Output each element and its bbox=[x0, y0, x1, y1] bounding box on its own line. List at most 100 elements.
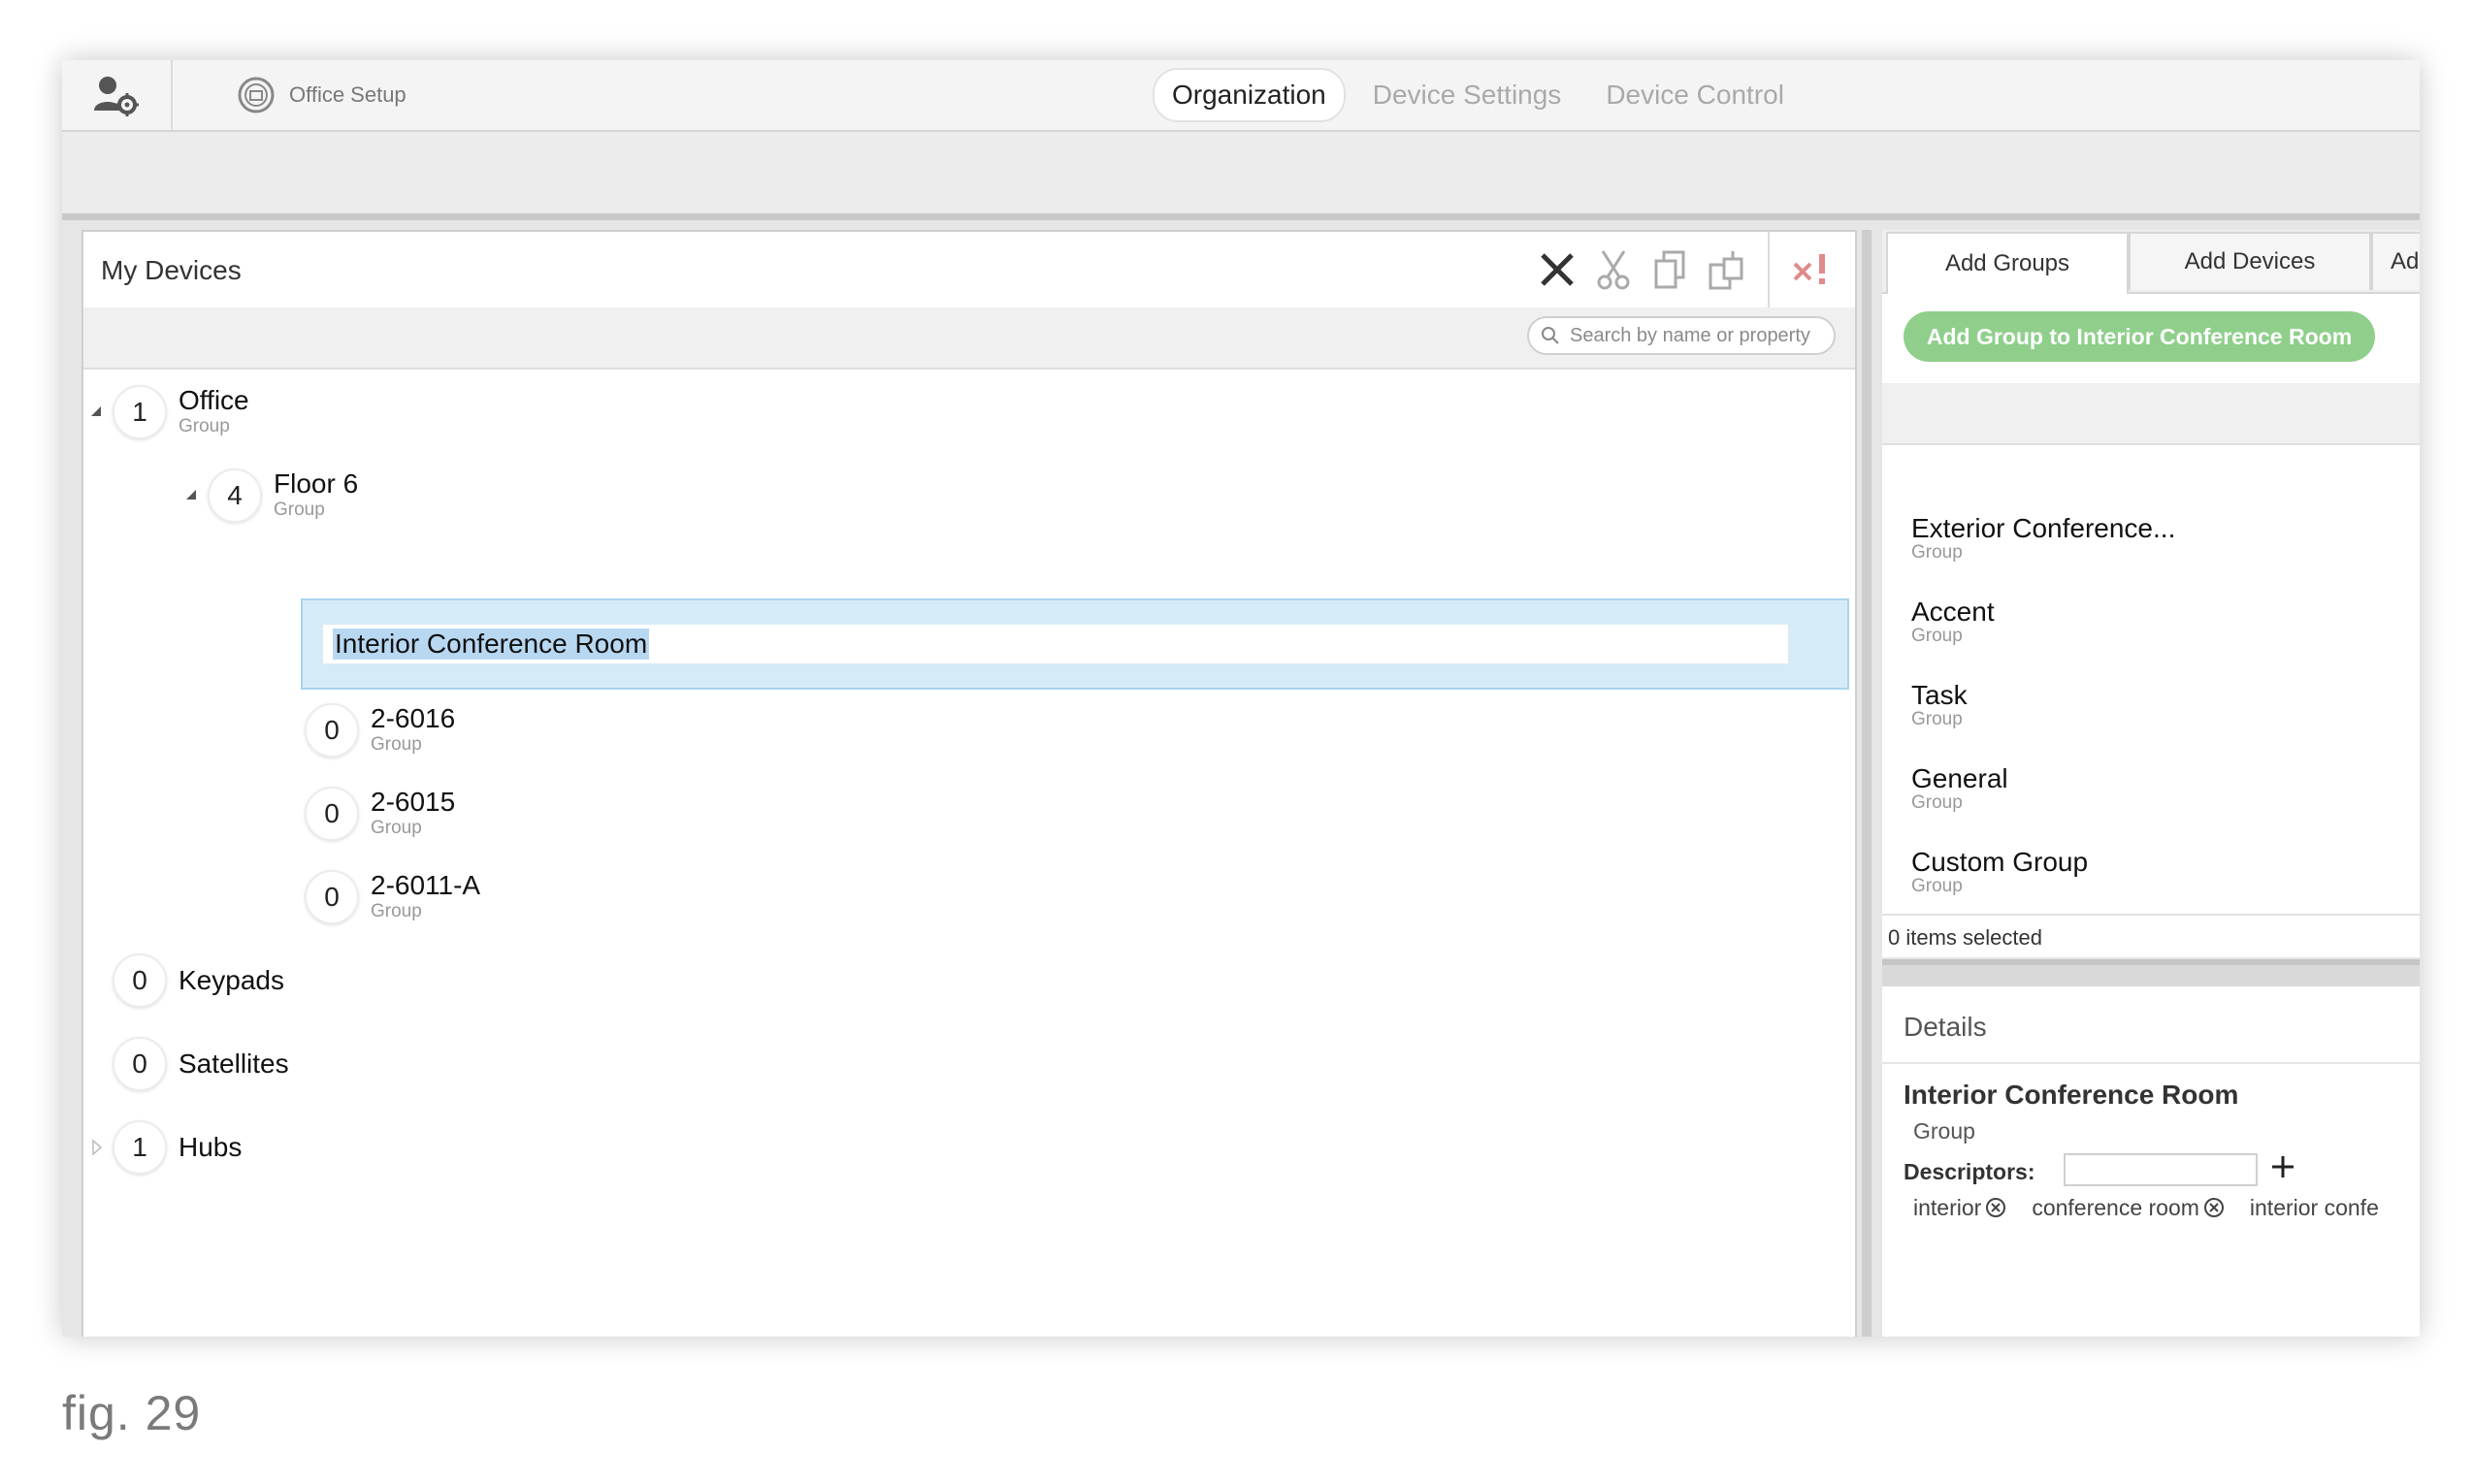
plus-icon bbox=[2272, 1156, 2294, 1178]
item-type: Group bbox=[1911, 542, 1963, 563]
details-name: Interior Conference Room bbox=[1904, 1080, 2239, 1110]
remove-circle-icon[interactable] bbox=[1985, 1197, 2006, 1218]
search-icon bbox=[1542, 327, 1559, 344]
node-type: Group bbox=[274, 500, 325, 520]
list-item[interactable]: Accent Group bbox=[1911, 597, 1995, 647]
item-name: Accent bbox=[1911, 597, 1995, 627]
list-item[interactable]: General Group bbox=[1911, 763, 2008, 814]
child-count-badge: 1 bbox=[113, 385, 167, 439]
tab-add-groups[interactable]: Add Groups bbox=[1886, 232, 2129, 294]
add-list-header bbox=[1882, 383, 2420, 445]
paste-button[interactable] bbox=[1698, 232, 1754, 307]
office-icon bbox=[238, 77, 275, 113]
details-title: Details bbox=[1904, 1012, 1987, 1042]
descriptor-tag: conference room bbox=[2032, 1190, 2225, 1225]
tab-device-settings[interactable]: Device Settings bbox=[1355, 70, 1579, 120]
my-devices-panel: My Devices Search by name or property 1 … bbox=[81, 230, 1857, 1337]
descriptors-label: Descriptors: bbox=[1904, 1159, 2035, 1184]
node-name: Office bbox=[179, 385, 249, 415]
add-panel: Add Groups Add Devices Ad Add Group to I… bbox=[1882, 230, 2420, 957]
rename-input[interactable]: Interior Conference Room bbox=[322, 624, 1789, 664]
search-box[interactable] bbox=[1527, 316, 1836, 355]
scissors-icon bbox=[1597, 250, 1630, 290]
tag-label: interior confe bbox=[2249, 1194, 2379, 1220]
collapsed-triangle-icon[interactable] bbox=[91, 1139, 103, 1156]
descriptor-tag: interior bbox=[1913, 1190, 2006, 1225]
child-count-badge: 1 bbox=[113, 1120, 167, 1175]
tag-label: interior bbox=[1913, 1194, 1982, 1220]
toolbar-divider bbox=[1768, 232, 1770, 307]
breadcrumb-label: Office Setup bbox=[289, 82, 407, 107]
cut-button[interactable] bbox=[1585, 232, 1642, 307]
item-type: Group bbox=[1911, 626, 1963, 646]
tree-node-2-6015[interactable]: 0 2-6015 Group bbox=[301, 787, 689, 845]
add-group-button[interactable]: Add Group to Interior Conference Room bbox=[1904, 311, 2375, 362]
list-item[interactable]: Exterior Conference... Group bbox=[1911, 513, 2175, 564]
item-type: Group bbox=[1911, 792, 1963, 813]
tree-node-selected[interactable]: Interior Conference Room bbox=[301, 598, 1849, 690]
paste-icon bbox=[1709, 251, 1743, 290]
panel-splitter[interactable] bbox=[1862, 230, 1872, 1337]
tree-node-hubs[interactable]: 1 Hubs bbox=[83, 1120, 472, 1178]
expanded-triangle-icon bbox=[186, 490, 196, 500]
search-input[interactable] bbox=[1568, 323, 1824, 348]
remove-circle-icon[interactable] bbox=[2203, 1197, 2225, 1218]
descriptor-tags: interior conference room interior confe bbox=[1913, 1190, 2379, 1225]
tree-toolbar bbox=[1529, 232, 1855, 307]
details-splitter[interactable] bbox=[1882, 959, 2420, 986]
delete-all-button[interactable] bbox=[1783, 232, 1839, 307]
node-name: 2-6016 bbox=[371, 703, 456, 733]
node-type: Group bbox=[179, 416, 230, 436]
node-type: Group bbox=[371, 818, 422, 838]
tree-node-satellites[interactable]: 0 Satellites bbox=[83, 1037, 472, 1095]
node-name: Keypads bbox=[179, 965, 284, 995]
add-tabs: Add Groups Add Devices Ad bbox=[1882, 230, 2420, 294]
tab-organization[interactable]: Organization bbox=[1153, 68, 1346, 122]
my-devices-header: My Devices bbox=[83, 232, 1855, 307]
descriptor-tag: interior confe bbox=[2250, 1190, 2379, 1225]
rename-value: Interior Conference Room bbox=[333, 629, 650, 660]
list-item[interactable]: Task Group bbox=[1911, 680, 1968, 730]
child-count-badge: 4 bbox=[208, 468, 262, 523]
child-count-badge: 0 bbox=[305, 870, 359, 924]
close-exclamation-icon bbox=[1793, 254, 1825, 284]
copy-button[interactable] bbox=[1642, 232, 1698, 307]
node-name: Floor 6 bbox=[274, 468, 359, 499]
main-nav: Organization Device Settings Device Cont… bbox=[1153, 64, 1802, 126]
item-name: Task bbox=[1911, 680, 1968, 710]
add-descriptor-button[interactable] bbox=[2266, 1147, 2299, 1186]
child-count-badge: 0 bbox=[113, 953, 167, 1008]
user-settings-button[interactable] bbox=[62, 60, 173, 130]
expanded-triangle-icon bbox=[91, 406, 101, 416]
node-name: 2-6011-A bbox=[371, 870, 481, 900]
descriptor-input[interactable] bbox=[2064, 1153, 2258, 1186]
search-row bbox=[83, 307, 1855, 370]
node-name: 2-6015 bbox=[371, 787, 456, 817]
figure-caption: fig. 29 bbox=[62, 1386, 202, 1440]
child-count-badge: 0 bbox=[305, 703, 359, 758]
tree-node-2-6016[interactable]: 0 2-6016 Group bbox=[301, 703, 689, 761]
details-header: Details bbox=[1882, 986, 2420, 1064]
item-name: General bbox=[1911, 763, 2008, 793]
tab-add-devices[interactable]: Add Devices bbox=[2129, 232, 2371, 290]
node-type: Group bbox=[371, 901, 422, 921]
child-count-badge: 0 bbox=[305, 787, 359, 841]
item-name: Exterior Conference... bbox=[1911, 513, 2176, 543]
selection-status: 0 items selected bbox=[1882, 914, 2420, 957]
node-type: Group bbox=[371, 734, 422, 755]
tree-node-office[interactable]: 1 Office Group bbox=[83, 385, 472, 443]
tree-node-floor-6[interactable]: 4 Floor 6 Group bbox=[180, 468, 569, 527]
item-type: Group bbox=[1911, 709, 1963, 729]
tree-node-2-6011-a[interactable]: 0 2-6011-A Group bbox=[301, 870, 689, 928]
panel-title: My Devices bbox=[101, 255, 242, 285]
tab-add-more[interactable]: Ad bbox=[2371, 232, 2420, 290]
item-type: Group bbox=[1911, 876, 1963, 896]
tree-node-keypads[interactable]: 0 Keypads bbox=[83, 953, 472, 1012]
app-window: Office Setup Organization Device Setting… bbox=[62, 60, 2420, 1337]
breadcrumb[interactable]: Office Setup bbox=[237, 74, 407, 116]
delete-button[interactable] bbox=[1529, 232, 1585, 307]
top-bar: Office Setup Organization Device Setting… bbox=[62, 60, 2420, 132]
list-item[interactable]: Custom Group Group bbox=[1911, 847, 2088, 897]
child-count-badge: 0 bbox=[113, 1037, 167, 1091]
tab-device-control[interactable]: Device Control bbox=[1588, 70, 1802, 120]
